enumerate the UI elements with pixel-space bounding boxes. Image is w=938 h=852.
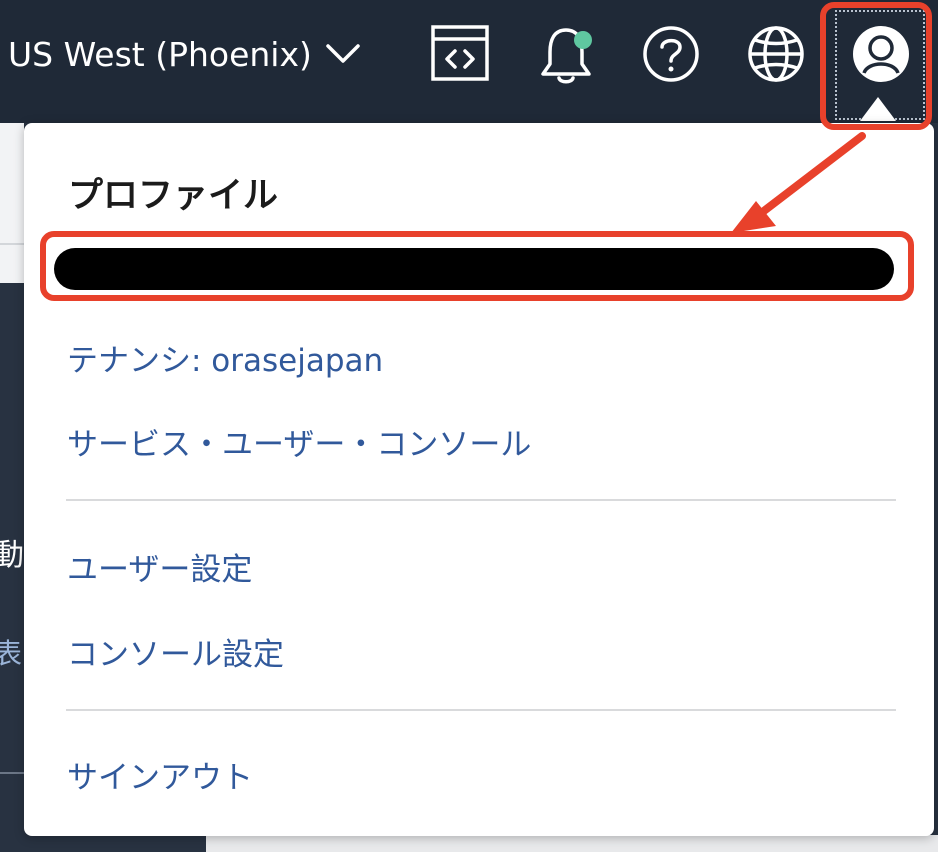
annotation-arrow <box>731 132 866 233</box>
